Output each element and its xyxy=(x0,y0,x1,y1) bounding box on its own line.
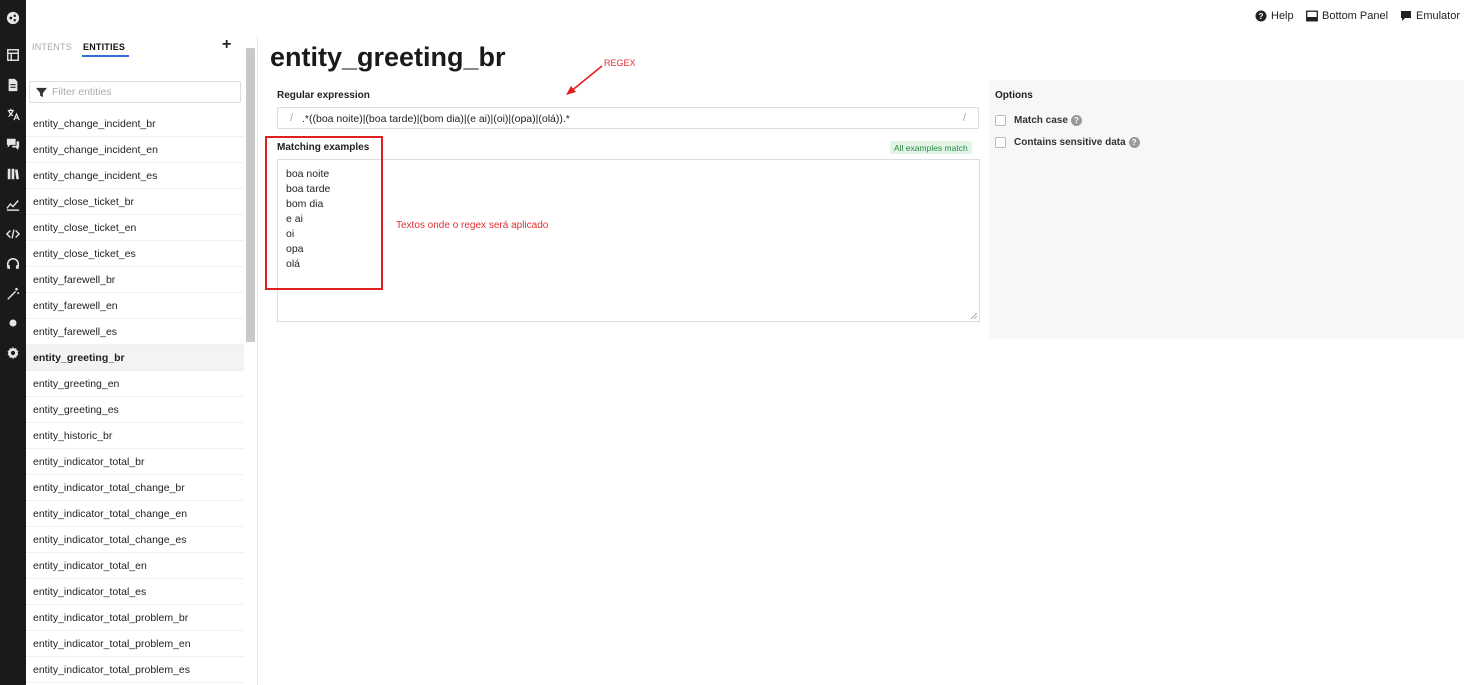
layout-icon[interactable] xyxy=(5,47,21,63)
sensitive-data-option[interactable]: Contains sensitive data ? xyxy=(995,137,1140,148)
entity-list-item[interactable]: entity_farewell_es xyxy=(26,319,244,345)
entity-list-item[interactable]: entity_farewell_br xyxy=(26,267,244,293)
entity-list-item[interactable]: entity_change_incident_en xyxy=(26,137,244,163)
filter-input[interactable] xyxy=(52,86,232,98)
main-content: entity_greeting_br REGEX Regular express… xyxy=(258,36,1464,685)
filter-box[interactable] xyxy=(29,81,241,103)
top-bar: ? Help Bottom Panel Emulator xyxy=(26,0,1464,36)
chat-icon[interactable] xyxy=(5,136,21,152)
sensitive-data-help-icon[interactable]: ? xyxy=(1128,137,1140,148)
filter-icon xyxy=(36,87,47,97)
logo-icon[interactable] xyxy=(5,10,21,26)
options-title: Options xyxy=(995,90,1033,101)
help-icon: ? xyxy=(1255,10,1267,22)
translate-icon[interactable] xyxy=(5,106,21,122)
regex-input[interactable]: / .*((boa noite)|(boa tarde)|(bom dia)|(… xyxy=(277,107,979,129)
regex-value: .*((boa noite)|(boa tarde)|(bom dia)|(e … xyxy=(302,113,570,125)
entity-list-item[interactable]: entity_close_ticket_en xyxy=(26,215,244,241)
entities-panel: INTENTS ENTITIES + entity_change_inciden… xyxy=(26,36,258,685)
emulator-button[interactable]: Emulator xyxy=(1400,10,1460,22)
entity-list-item[interactable]: entity_indicator_total_problem_br xyxy=(26,605,244,631)
help-button[interactable]: ? Help xyxy=(1255,10,1294,22)
entity-list-item[interactable]: entity_indicator_total_change_es xyxy=(26,527,244,553)
entity-list-item[interactable]: entity_indicator_total_es xyxy=(26,579,244,605)
panel-scrollbar[interactable] xyxy=(246,48,255,342)
sensitive-data-label: Contains sensitive data xyxy=(1014,137,1126,148)
entity-list-item[interactable]: entity_greeting_es xyxy=(26,397,244,423)
options-panel: Options Match case ? Contains sensitive … xyxy=(989,80,1464,339)
entity-list-item[interactable]: entity_greeting_en xyxy=(26,371,244,397)
regex-slash-right: / xyxy=(962,112,966,124)
add-entity-button[interactable]: + xyxy=(222,37,231,53)
annotation-highlight-box xyxy=(265,136,383,290)
svg-text:?: ? xyxy=(1259,12,1264,21)
entity-list-item[interactable]: entity_close_ticket_es xyxy=(26,241,244,267)
tab-intents[interactable]: INTENTS xyxy=(32,42,72,52)
emulator-icon xyxy=(1401,11,1411,21)
match-case-checkbox[interactable] xyxy=(995,115,1006,126)
entity-list-item[interactable]: entity_close_ticket_br xyxy=(26,189,244,215)
bottom-panel-label: Bottom Panel xyxy=(1322,10,1389,22)
bottom-panel-icon xyxy=(1306,10,1318,22)
annotation-textos: Textos onde o regex será aplicado xyxy=(396,220,549,231)
entity-list-item[interactable]: entity_farewell_en xyxy=(26,293,244,319)
annotation-arrow-icon xyxy=(566,65,603,95)
help-label: Help xyxy=(1271,10,1294,22)
tab-entities[interactable]: ENTITIES xyxy=(83,42,125,52)
entity-list-item[interactable]: entity_historic_br xyxy=(26,423,244,449)
entity-list-item[interactable]: entity_change_incident_br xyxy=(26,111,244,137)
entity-list-item[interactable]: entity_greeting_br xyxy=(26,345,244,371)
match-case-label: Match case xyxy=(1014,115,1068,126)
entity-list-item[interactable]: entity_indicator_total_change_br xyxy=(26,475,244,501)
page-title: entity_greeting_br xyxy=(270,42,506,72)
analytics-icon[interactable] xyxy=(5,196,21,212)
match-status-badge: All examples match xyxy=(890,141,972,154)
match-case-help-icon[interactable]: ? xyxy=(1070,115,1082,126)
bottom-panel-button[interactable]: Bottom Panel xyxy=(1306,10,1388,22)
entity-list-item[interactable]: entity_indicator_total_en xyxy=(26,553,244,579)
regex-label: Regular expression xyxy=(277,90,370,101)
emulator-label: Emulator xyxy=(1416,10,1461,22)
library-icon[interactable] xyxy=(5,166,21,182)
settings-icon[interactable] xyxy=(5,345,21,361)
entity-list: entity_change_incident_br entity_change_i… xyxy=(26,111,244,683)
tab-active-indicator xyxy=(82,55,129,57)
code-icon[interactable] xyxy=(5,226,21,242)
dot-icon[interactable] xyxy=(5,315,21,331)
entity-list-item[interactable]: entity_indicator_total_br xyxy=(26,449,244,475)
match-case-option[interactable]: Match case ? xyxy=(995,115,1082,126)
regex-slash-left: / xyxy=(290,112,294,124)
icon-rail xyxy=(0,0,26,685)
sensitive-data-checkbox[interactable] xyxy=(995,137,1006,148)
document-icon[interactable] xyxy=(5,77,21,93)
resize-handle-icon[interactable] xyxy=(970,312,978,320)
entity-list-item[interactable]: entity_indicator_total_change_en xyxy=(26,501,244,527)
headset-icon[interactable] xyxy=(5,256,21,272)
wand-icon[interactable] xyxy=(5,286,21,302)
entity-list-item[interactable]: entity_change_incident_es xyxy=(26,163,244,189)
entity-list-item[interactable]: entity_indicator_total_problem_en xyxy=(26,631,244,657)
entity-list-item[interactable]: entity_indicator_total_problem_es xyxy=(26,657,244,683)
